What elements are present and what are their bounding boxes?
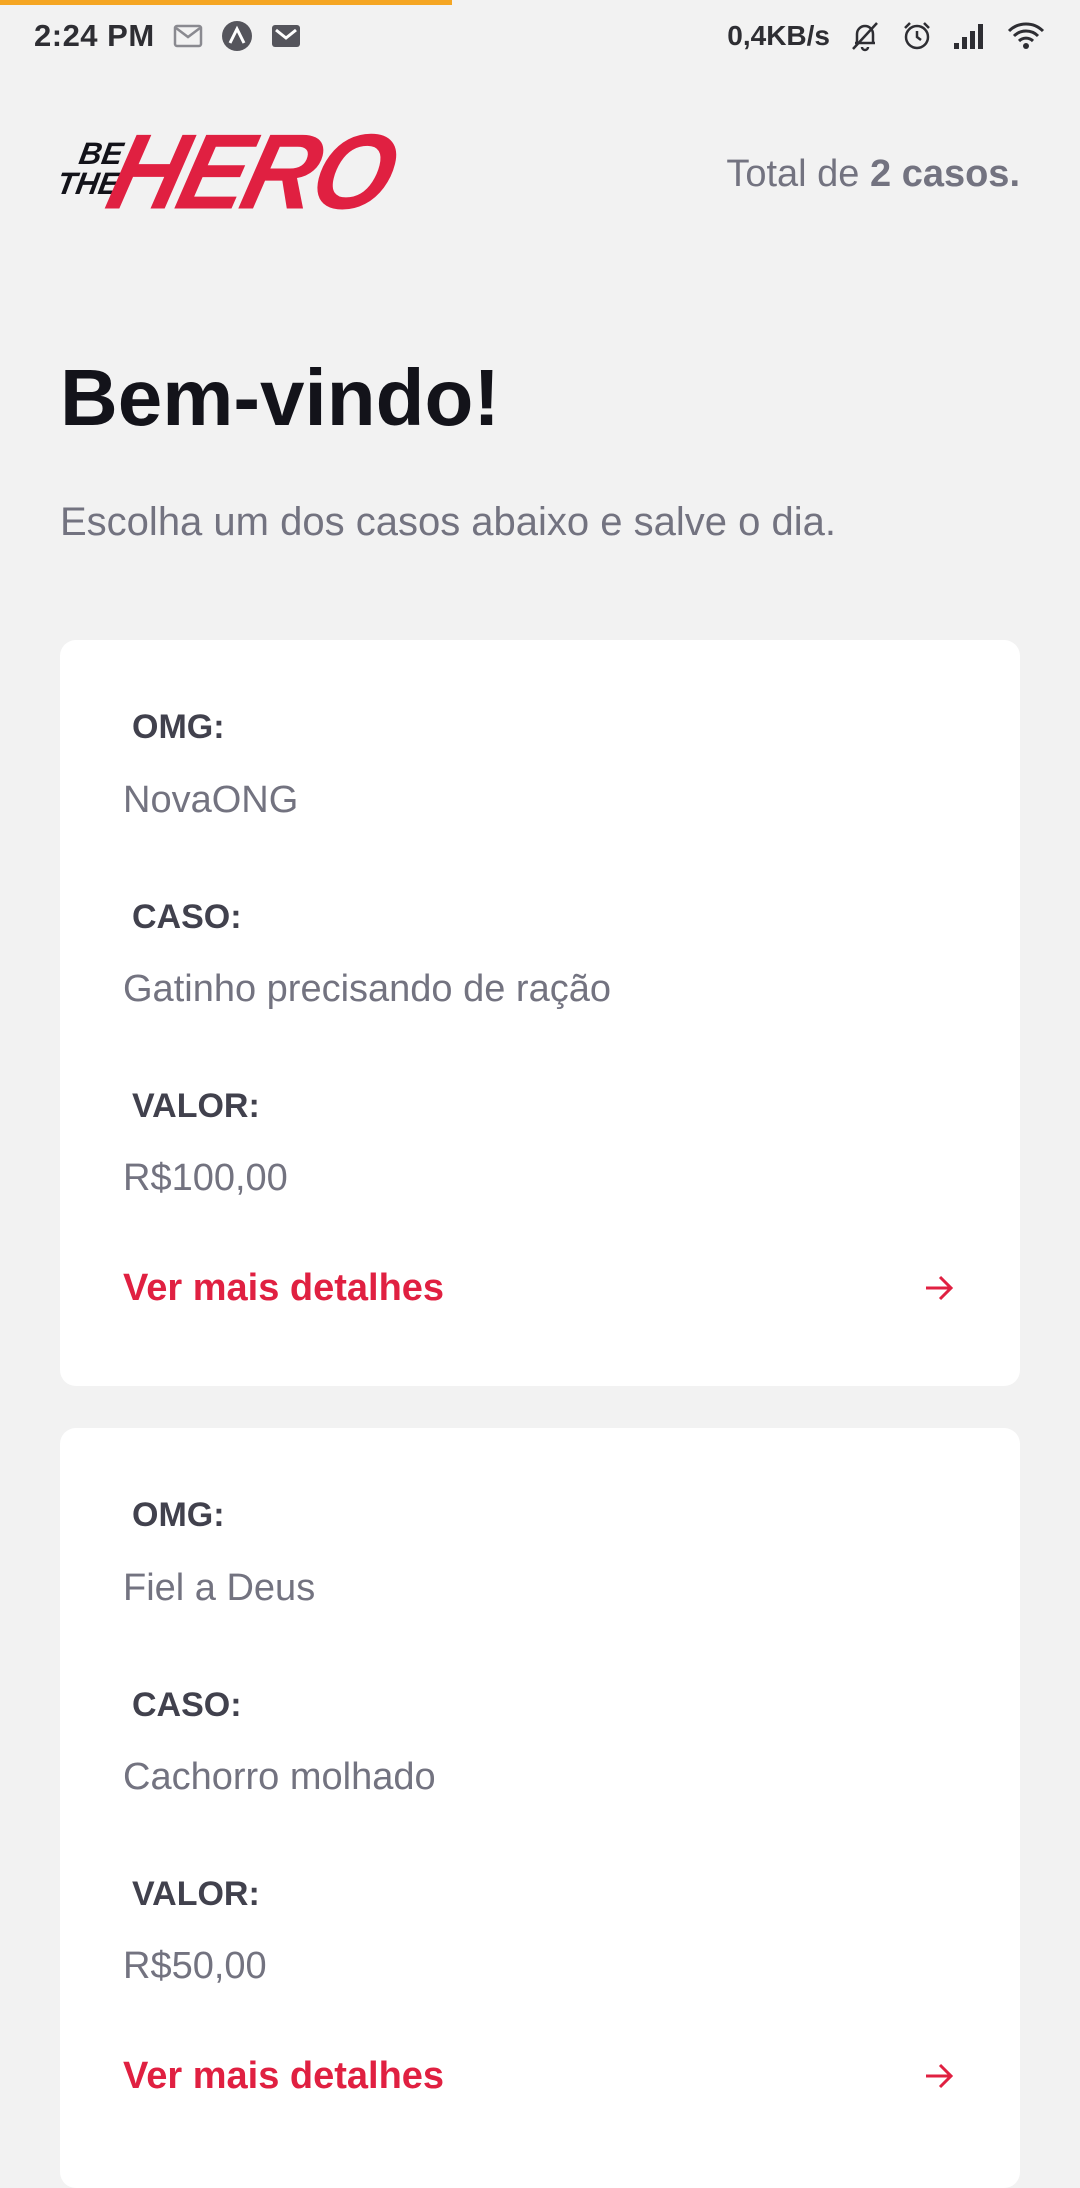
logo-hero: HERO <box>97 112 406 232</box>
details-button[interactable]: Ver mais detalhes <box>123 1258 957 1318</box>
caso-label: CASO: <box>132 898 242 936</box>
network-speed: 0,4KB/s <box>727 20 830 51</box>
page-title: Bem-vindo! <box>60 353 500 442</box>
total-count: 2 casos. <box>870 152 1020 195</box>
ong-label: OMG: <box>132 708 225 746</box>
mail-outline-icon <box>173 24 203 48</box>
gmail-icon <box>271 24 301 48</box>
valor-label: VALOR: <box>132 1087 260 1125</box>
ong-label: OMG: <box>132 1496 225 1534</box>
total-cases: Total de 2 casos. <box>726 153 1020 196</box>
incident-card: OMG: Fiel a Deus CASO: Cachorro molhado … <box>60 1428 1020 2188</box>
valor-value: R$50,00 <box>123 1945 267 1987</box>
arrow-right-icon <box>921 1270 957 1306</box>
status-bar: 2:24 PM 0,4KB/s <box>0 0 1080 72</box>
status-right: 0,4KB/s <box>727 19 1046 53</box>
status-time: 2:24 PM <box>34 18 155 53</box>
caso-value: Gatinho precisando de ração <box>123 968 611 1010</box>
ong-value: NovaONG <box>123 779 299 821</box>
header: BE THE HERO Total de 2 casos. <box>54 112 1020 232</box>
details-label: Ver mais detalhes <box>123 2054 445 2097</box>
ong-value: Fiel a Deus <box>123 1567 316 1609</box>
bell-off-icon <box>848 19 882 53</box>
wifi-icon <box>1006 21 1046 51</box>
total-prefix: Total de <box>726 152 870 195</box>
app-a-icon <box>221 20 253 52</box>
caso-label: CASO: <box>132 1686 242 1724</box>
be-the-hero-logo: BE THE HERO <box>54 112 405 232</box>
signal-icon <box>952 21 988 51</box>
page-subtitle: Escolha um dos casos abaixo e salve o di… <box>60 500 836 544</box>
details-button[interactable]: Ver mais detalhes <box>123 2046 957 2106</box>
caso-value: Cachorro molhado <box>123 1756 436 1798</box>
details-label: Ver mais detalhes <box>123 1266 445 1309</box>
valor-value: R$100,00 <box>123 1157 288 1199</box>
incident-card: OMG: NovaONG CASO: Gatinho precisando de… <box>60 640 1020 1386</box>
arrow-right-icon <box>921 2058 957 2094</box>
status-left: 2:24 PM <box>34 18 301 54</box>
alarm-icon <box>900 19 934 53</box>
valor-label: VALOR: <box>132 1875 260 1913</box>
